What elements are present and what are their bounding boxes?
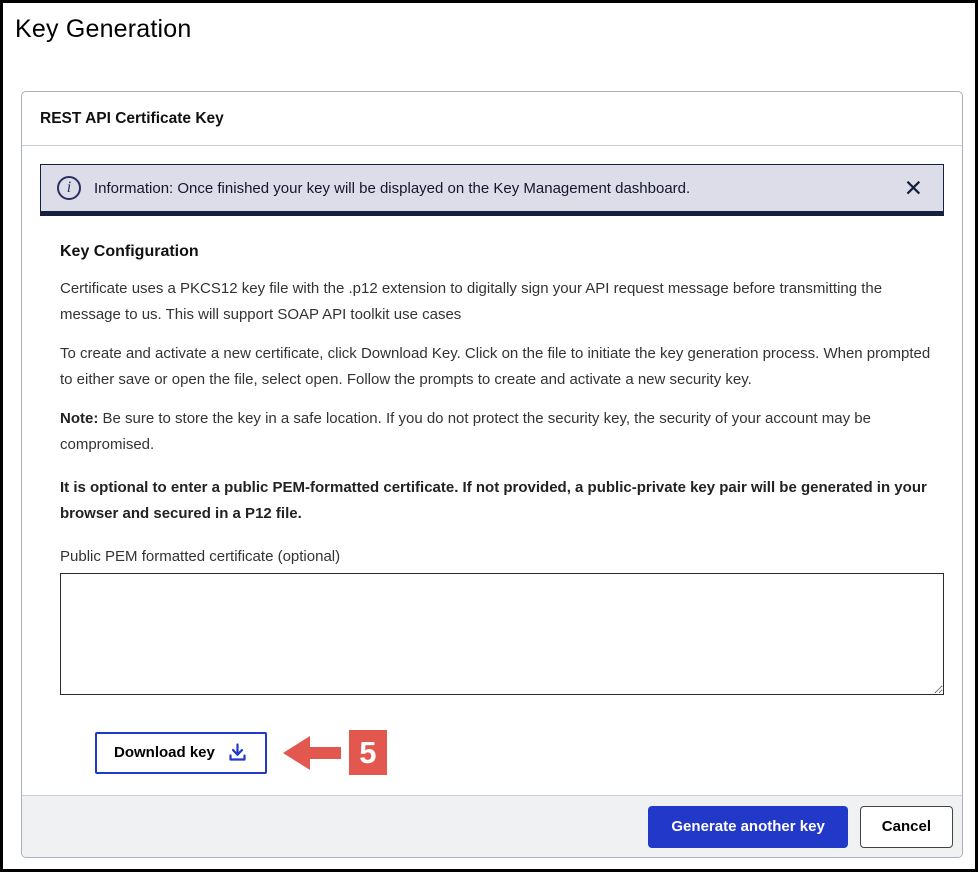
rest-api-certificate-card: REST API Certificate Key i Information: … xyxy=(21,91,963,858)
download-key-button[interactable]: Download key xyxy=(95,732,267,774)
close-icon[interactable]: ✕ xyxy=(900,177,927,200)
card-footer: Generate another key Cancel xyxy=(22,795,962,857)
page-title: Key Generation xyxy=(15,15,192,44)
activation-instructions: To create and activate a new certificate… xyxy=(60,341,944,393)
note-label: Note: xyxy=(60,410,98,427)
security-note: Note: Be sure to store the key in a safe… xyxy=(60,406,944,458)
info-icon: i xyxy=(57,176,81,200)
information-banner: i Information: Once finished your key wi… xyxy=(40,164,944,216)
arrow-left-icon xyxy=(283,736,341,770)
download-row: Download key 5 xyxy=(95,730,944,775)
download-icon xyxy=(227,742,248,763)
section-heading: Key Configuration xyxy=(60,243,944,261)
key-generation-page: Key Generation REST API Certificate Key … xyxy=(0,0,978,872)
pem-certificate-input[interactable] xyxy=(60,573,944,695)
key-configuration-section: Key Configuration Certificate uses a PKC… xyxy=(22,216,962,795)
generate-another-key-button[interactable]: Generate another key xyxy=(648,806,847,848)
note-text: Be sure to store the key in a safe locat… xyxy=(60,410,871,453)
pem-textarea-label: Public PEM formatted certificate (option… xyxy=(60,548,944,565)
optional-pem-note: It is optional to enter a public PEM-for… xyxy=(60,475,944,527)
cancel-button[interactable]: Cancel xyxy=(860,806,953,848)
step-number-badge: 5 xyxy=(349,730,387,775)
download-key-label: Download key xyxy=(114,744,215,761)
information-banner-text: Information: Once finished your key will… xyxy=(94,180,900,197)
certificate-description: Certificate uses a PKCS12 key file with … xyxy=(60,276,944,328)
card-header: REST API Certificate Key xyxy=(22,92,962,146)
